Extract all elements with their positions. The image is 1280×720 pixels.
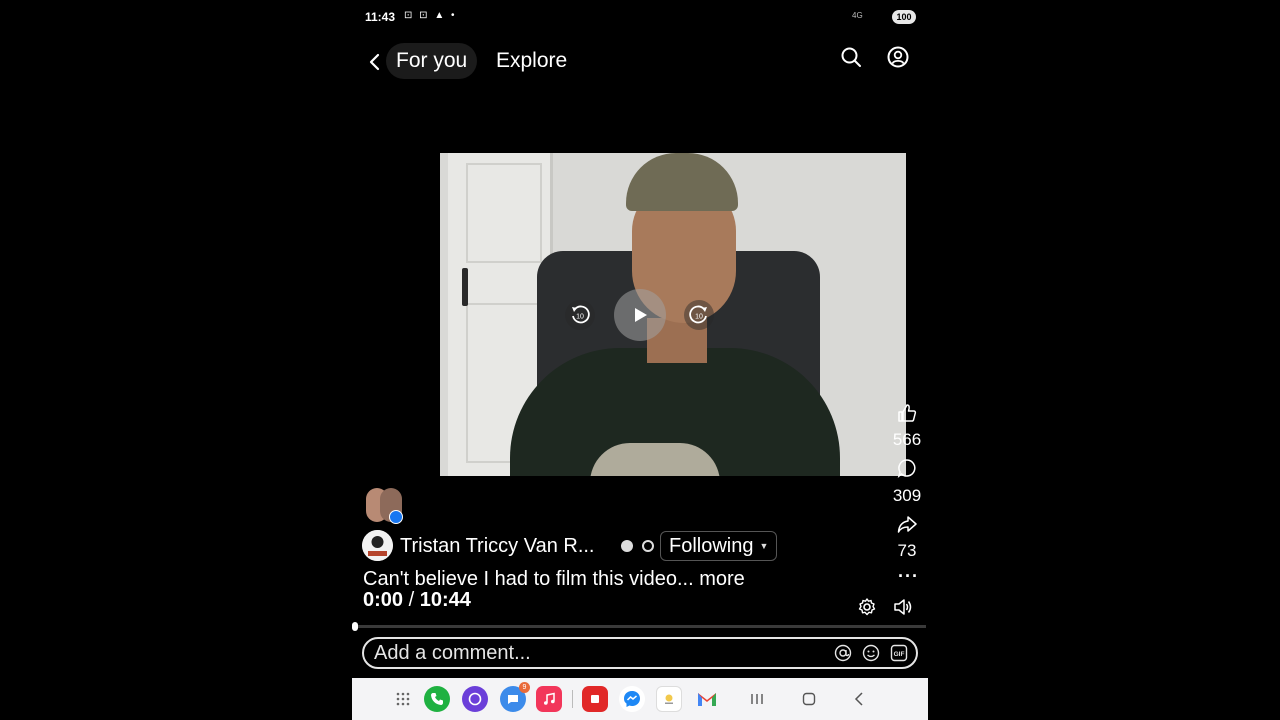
video-player[interactable]: 10 10 bbox=[440, 153, 906, 476]
recents-icon[interactable] bbox=[744, 686, 770, 712]
video-progress-bar[interactable] bbox=[354, 625, 926, 628]
system-nav-bar: 9 bbox=[352, 678, 928, 720]
play-button[interactable] bbox=[614, 289, 666, 341]
volume-icon[interactable] bbox=[893, 597, 913, 617]
messenger-icon[interactable] bbox=[619, 686, 645, 712]
play-icon bbox=[635, 308, 647, 322]
messages-icon[interactable]: 9 bbox=[500, 682, 530, 712]
post-caption: Can't believe I had to film this video..… bbox=[363, 568, 745, 591]
browser-icon[interactable] bbox=[462, 686, 488, 712]
current-time: 0:00 bbox=[363, 589, 404, 611]
share-count: 73 bbox=[897, 541, 917, 560]
emoji-icon[interactable] bbox=[862, 644, 880, 662]
top-header: For you Explore bbox=[352, 40, 928, 84]
search-icon[interactable] bbox=[839, 45, 863, 69]
duration: 10:44 bbox=[419, 589, 471, 611]
phone-screen: 11:43 ⊡ ⊡ ▲ • 4G 100 For you Explore 10 … bbox=[352, 0, 928, 720]
battery-indicator: 100 bbox=[892, 10, 916, 24]
messages-badge: 9 bbox=[519, 682, 530, 693]
flipboard-icon[interactable] bbox=[582, 686, 608, 712]
svg-text:10: 10 bbox=[695, 314, 703, 321]
like-count: 566 bbox=[892, 430, 922, 449]
public-audience-icon bbox=[642, 540, 654, 552]
more-options-icon[interactable]: ··· bbox=[898, 566, 919, 587]
profile-icon[interactable] bbox=[886, 45, 910, 69]
status-bar: 11:43 ⊡ ⊡ ▲ • 4G 100 bbox=[352, 0, 928, 34]
gif-icon[interactable]: GIF bbox=[890, 644, 908, 662]
gear-icon[interactable] bbox=[857, 597, 877, 617]
comment-placeholder: Add a comment... bbox=[374, 642, 531, 664]
mention-icon[interactable] bbox=[834, 644, 852, 662]
friends-liked-avatars[interactable] bbox=[364, 488, 404, 524]
following-label: Following bbox=[669, 535, 754, 557]
back-nav-icon[interactable] bbox=[847, 686, 873, 712]
comment-count: 309 bbox=[892, 486, 922, 505]
caption-more-link[interactable]: more bbox=[699, 568, 745, 590]
share-icon[interactable] bbox=[897, 514, 917, 534]
back-icon[interactable] bbox=[362, 48, 388, 76]
time-separator: / bbox=[408, 589, 415, 611]
tab-for-you[interactable]: For you bbox=[386, 43, 478, 79]
author-logo-icon bbox=[362, 530, 393, 561]
forward-10-icon: 10 bbox=[689, 305, 707, 324]
tab-explore[interactable]: Explore bbox=[496, 49, 567, 73]
svg-text:GIF: GIF bbox=[894, 651, 905, 658]
rewind-10-icon: 10 bbox=[572, 305, 590, 324]
comment-icon[interactable] bbox=[897, 458, 917, 478]
comment-input[interactable]: Add a comment... GIF bbox=[362, 637, 918, 669]
verified-icon bbox=[621, 540, 633, 552]
network-indicator: 4G bbox=[852, 11, 863, 20]
home-icon[interactable] bbox=[796, 686, 822, 712]
apps-grid-icon[interactable] bbox=[390, 686, 416, 712]
like-icon[interactable] bbox=[897, 403, 917, 423]
rewind-10-button[interactable]: 10 bbox=[565, 300, 595, 330]
video-timecode: 0:00 / 10:44 bbox=[363, 589, 471, 612]
progress-scrubber[interactable] bbox=[352, 622, 358, 631]
phone-icon[interactable] bbox=[424, 686, 450, 712]
forward-10-button[interactable]: 10 bbox=[684, 300, 714, 330]
author-name[interactable]: Tristan Triccy Van R... bbox=[400, 535, 594, 558]
svg-text:10: 10 bbox=[576, 314, 584, 321]
music-icon[interactable] bbox=[536, 686, 562, 712]
like-badge-icon bbox=[389, 510, 403, 524]
clipboard-app-icon[interactable] bbox=[656, 686, 682, 712]
gmail-icon[interactable] bbox=[694, 686, 720, 712]
notification-icons: ⊡ ⊡ ▲ • bbox=[404, 10, 457, 21]
author-avatar[interactable] bbox=[362, 530, 393, 561]
chevron-down-icon: ▼ bbox=[759, 541, 769, 551]
following-button[interactable]: Following ▼ bbox=[660, 531, 778, 561]
caption-text: Can't believe I had to film this video..… bbox=[363, 568, 694, 590]
status-time: 11:43 bbox=[365, 10, 396, 24]
